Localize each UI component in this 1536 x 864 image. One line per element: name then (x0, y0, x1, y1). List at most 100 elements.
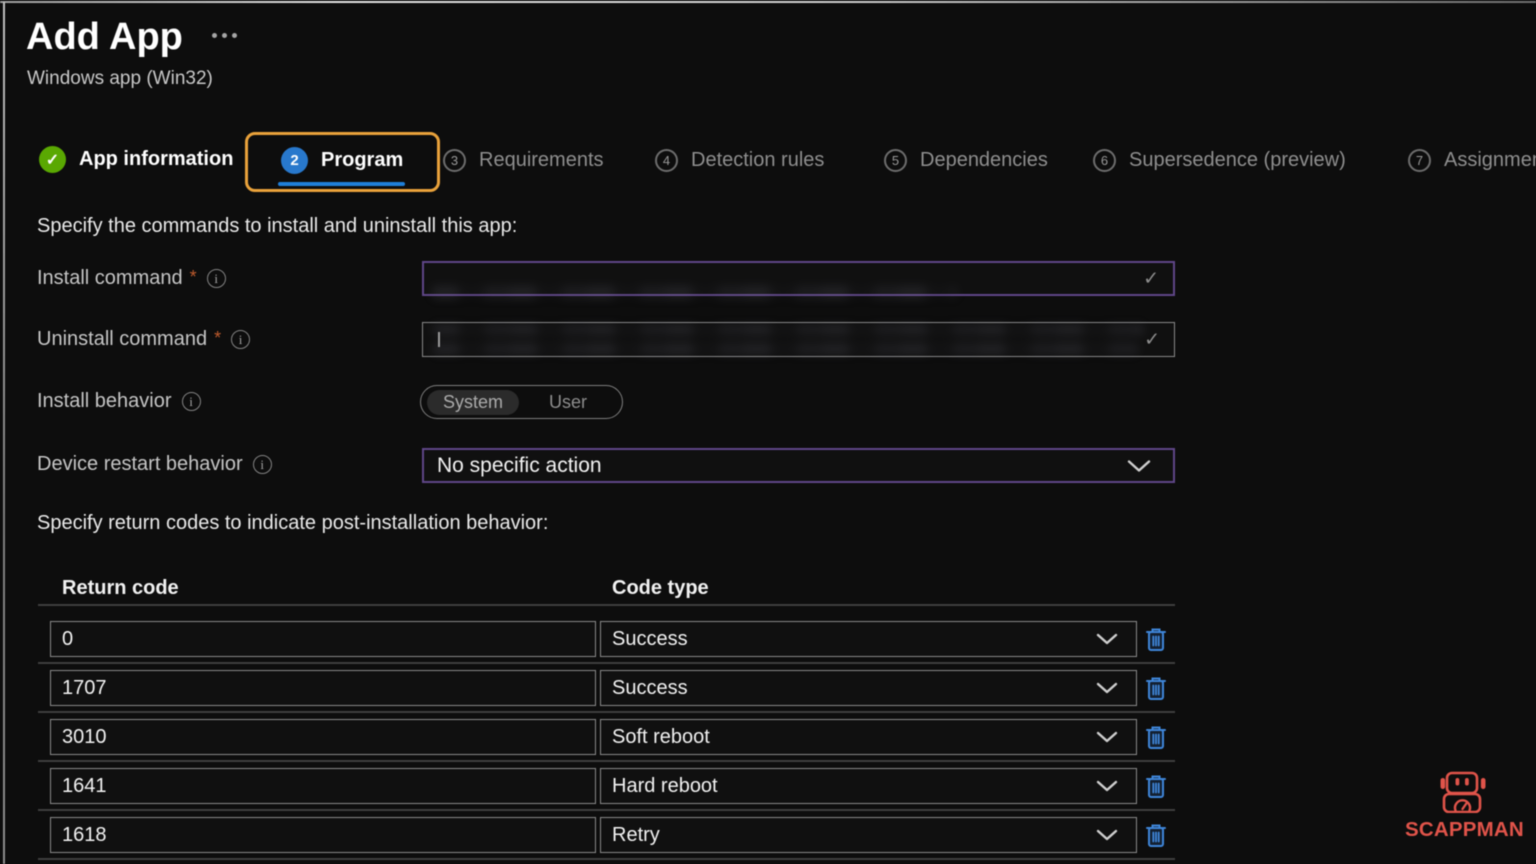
return-code-input[interactable]: 0 (50, 621, 596, 657)
page-subtitle: Windows app (Win32) (27, 68, 213, 90)
step-label: Detection rules (691, 149, 824, 172)
toggle-option-user[interactable]: User (519, 390, 617, 415)
return-code-value: 3010 (51, 726, 107, 749)
step-dependencies[interactable]: 5 Dependencies (884, 147, 1048, 174)
code-type-value: Hard reboot (601, 775, 718, 798)
return-code-input[interactable]: 1618 (50, 817, 596, 853)
more-options-icon[interactable] (212, 33, 237, 38)
chevron-down-icon (1096, 731, 1118, 743)
row-separator (38, 711, 1175, 713)
trash-icon (1144, 626, 1168, 653)
row-separator (38, 604, 1175, 606)
step-number-icon: 6 (1093, 149, 1116, 172)
select-value: No specific action (424, 454, 602, 478)
code-type-value: Success (601, 677, 688, 700)
validation-check-icon: ✓ (1144, 328, 1160, 351)
step-label: Supersedence (preview) (1129, 149, 1346, 172)
return-code-input[interactable]: 1707 (50, 670, 596, 706)
trash-icon (1144, 822, 1168, 849)
chevron-down-icon (1096, 682, 1118, 694)
commands-heading: Specify the commands to install and unin… (37, 215, 517, 238)
trash-icon (1144, 675, 1168, 702)
delete-row-button[interactable] (1144, 773, 1168, 803)
required-asterisk: * (214, 328, 221, 349)
install-behavior-label: Install behavior i (37, 390, 201, 413)
step-number-icon: 5 (884, 149, 907, 172)
code-type-select[interactable]: Soft reboot (600, 719, 1137, 755)
info-icon[interactable]: i (182, 392, 201, 411)
code-type-value: Retry (601, 824, 660, 847)
validation-check-icon: ✓ (1143, 267, 1159, 290)
trash-icon (1144, 773, 1168, 800)
chevron-down-icon (1096, 633, 1118, 645)
row-separator (38, 809, 1175, 811)
delete-row-button[interactable] (1144, 724, 1168, 754)
code-type-value: Soft reboot (601, 726, 710, 749)
delete-row-button[interactable] (1144, 675, 1168, 705)
row-separator (38, 760, 1175, 762)
install-command-label: Install command * i (37, 267, 226, 290)
window-top-edge (0, 1, 1536, 3)
required-asterisk: * (190, 267, 197, 288)
trash-icon (1144, 724, 1168, 751)
delete-row-button[interactable] (1144, 822, 1168, 852)
return-code-value: 1707 (51, 677, 107, 700)
return-code-input[interactable]: 3010 (50, 719, 596, 755)
scappman-logo-text: SCAPPMAN (1405, 818, 1524, 842)
text-cursor (438, 332, 440, 347)
row-separator (38, 662, 1175, 664)
step-number-icon: 2 (281, 147, 308, 174)
label-text: Install command (37, 267, 183, 290)
return-code-value: 1618 (51, 824, 107, 847)
step-requirements[interactable]: 3 Requirements (443, 147, 604, 174)
return-codes-heading: Specify return codes to indicate post-in… (37, 512, 548, 535)
active-tab-underline (278, 182, 405, 186)
redacted-text (433, 343, 1138, 355)
return-code-value: 0 (51, 628, 73, 651)
step-app-information[interactable]: ✓ App information (39, 146, 233, 173)
window-left-edge (3, 2, 5, 864)
code-type-select[interactable]: Hard reboot (600, 768, 1137, 804)
uninstall-command-label: Uninstall command * i (37, 328, 250, 351)
chevron-down-icon (1096, 829, 1118, 841)
step-number-icon: 7 (1408, 149, 1431, 172)
code-type-select[interactable]: Retry (600, 817, 1137, 853)
info-icon[interactable]: i (207, 269, 226, 288)
step-number-icon: 4 (655, 149, 678, 172)
step-label: Program (321, 149, 403, 172)
step-detection-rules[interactable]: 4 Detection rules (655, 147, 824, 174)
info-icon[interactable]: i (253, 455, 272, 474)
scappman-robot-icon (1439, 771, 1487, 813)
step-label: App information (79, 148, 233, 171)
step-label: Assignments (1444, 149, 1536, 172)
redacted-text (433, 324, 1144, 335)
install-behavior-toggle[interactable]: System User (420, 385, 623, 419)
info-icon[interactable]: i (231, 330, 250, 349)
code-type-value: Success (601, 628, 688, 651)
step-program[interactable]: 2 Program (281, 147, 403, 174)
delete-row-button[interactable] (1144, 626, 1168, 656)
completed-check-icon: ✓ (39, 146, 66, 173)
page-title: Add App (26, 16, 183, 59)
toggle-option-system[interactable]: System (427, 390, 519, 415)
chevron-down-icon (1127, 459, 1151, 472)
uninstall-command-input[interactable]: ✓ (422, 322, 1175, 357)
redacted-text (432, 286, 957, 299)
step-supersedence[interactable]: 6 Supersedence (preview) (1093, 147, 1346, 174)
column-header-code-type: Code type (612, 577, 709, 600)
step-assignments[interactable]: 7 Assignments (1408, 147, 1536, 174)
add-app-wizard: Add App Windows app (Win32) ✓ App inform… (0, 0, 1536, 864)
label-text: Uninstall command (37, 328, 207, 351)
code-type-select[interactable]: Success (600, 621, 1137, 657)
code-type-select[interactable]: Success (600, 670, 1137, 706)
step-label: Requirements (479, 149, 604, 172)
row-separator (38, 858, 1175, 860)
column-header-return-code: Return code (62, 577, 179, 600)
return-code-input[interactable]: 1641 (50, 768, 596, 804)
step-label: Dependencies (920, 149, 1048, 172)
device-restart-behavior-select[interactable]: No specific action (422, 448, 1175, 483)
return-code-value: 1641 (51, 775, 107, 798)
label-text: Device restart behavior (37, 453, 243, 476)
install-command-input[interactable]: ✓ (422, 261, 1175, 296)
device-restart-behavior-label: Device restart behavior i (37, 453, 272, 476)
